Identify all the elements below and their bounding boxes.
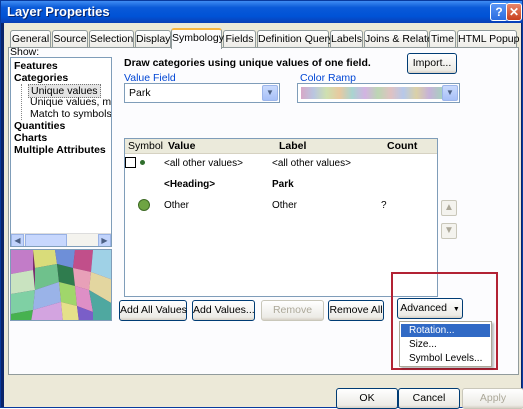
advanced-menu: Rotation... Size... Symbol Levels... <box>399 321 492 367</box>
renderer-preview-image <box>10 249 112 321</box>
title-bar[interactable]: Layer Properties ? ✕ <box>1 1 522 23</box>
tree-item-quantities[interactable]: Quantities <box>14 120 65 132</box>
tree-horizontal-scrollbar[interactable]: ◀ ▶ <box>11 233 111 246</box>
tab-joins-relates[interactable]: Joins & Relates <box>364 30 438 48</box>
scroll-left-icon[interactable]: ◀ <box>11 234 24 246</box>
tree-item-multiple-attributes[interactable]: Multiple Attributes <box>14 144 106 156</box>
row-value: <all other values> <box>164 158 243 169</box>
tree-item-match-to-symbols[interactable]: Match to symbols in a <box>30 108 111 120</box>
row-label: Park <box>272 179 294 190</box>
apply-button[interactable]: Apply <box>462 388 523 409</box>
header-value[interactable]: Value <box>168 140 195 152</box>
chevron-down-icon[interactable]: ▼ <box>262 85 278 101</box>
tree-item-charts[interactable]: Charts <box>14 132 47 144</box>
value-field-value: Park <box>129 87 151 99</box>
value-field-select[interactable]: Park ▼ <box>124 83 280 103</box>
window-title: Layer Properties <box>7 4 110 19</box>
tab-symbology[interactable]: Symbology <box>171 28 224 49</box>
tree-item-unique-values-many[interactable]: Unique values, many <box>30 96 111 108</box>
row-label: Other <box>272 200 298 211</box>
scroll-thumb[interactable] <box>25 234 67 246</box>
remove-all-button[interactable]: Remove All <box>328 300 384 321</box>
tab-source[interactable]: Source <box>52 30 88 48</box>
down-arrow-icon[interactable]: ▼ <box>441 223 457 239</box>
ok-button[interactable]: OK <box>336 388 398 409</box>
menu-item-symbol-levels[interactable]: Symbol Levels... <box>401 352 490 365</box>
table-header: Symbol Value Label Count <box>125 139 437 154</box>
fill-symbol-icon[interactable] <box>138 199 150 211</box>
menu-item-size[interactable]: Size... <box>401 338 490 351</box>
tab-display[interactable]: Display <box>135 30 171 48</box>
chevron-down-icon[interactable]: ▼ <box>442 85 458 101</box>
tree-branch-line <box>21 84 22 120</box>
tree-item-categories[interactable]: Categories <box>14 72 68 84</box>
tab-selection[interactable]: Selection <box>89 30 134 48</box>
renderer-tree[interactable]: Features Categories Unique values Unique… <box>10 57 112 247</box>
import-button[interactable]: Import... <box>407 53 457 74</box>
point-symbol-icon[interactable] <box>140 160 145 165</box>
menu-item-rotation[interactable]: Rotation... <box>401 324 490 337</box>
renderer-description: Draw categories using unique values of o… <box>124 57 371 69</box>
row-count: ? <box>381 200 387 211</box>
row-label: <all other values> <box>272 158 351 169</box>
tab-time[interactable]: Time <box>429 30 456 48</box>
dialog-body: General Source Selection Display Symbolo… <box>4 23 523 409</box>
checkbox[interactable] <box>125 157 136 168</box>
tab-strip: General Source Selection Display Symbolo… <box>8 28 520 49</box>
add-values-button[interactable]: Add Values... <box>192 300 255 321</box>
tree-item-features[interactable]: Features <box>14 60 58 72</box>
add-all-values-button[interactable]: Add All Values <box>119 300 187 321</box>
tab-fields[interactable]: Fields <box>223 30 256 48</box>
header-label[interactable]: Label <box>279 140 306 152</box>
tab-definition-query[interactable]: Definition Query <box>257 30 333 48</box>
remove-button[interactable]: Remove <box>261 300 324 321</box>
header-symbol[interactable]: Symbol <box>128 140 163 152</box>
row-value: <Heading> <box>164 179 216 190</box>
cancel-button[interactable]: Cancel <box>398 388 460 409</box>
color-ramp-swatch <box>301 87 442 99</box>
tab-labels[interactable]: Labels <box>330 30 363 48</box>
scroll-right-icon[interactable]: ▶ <box>98 234 111 246</box>
row-value: Other <box>164 200 190 211</box>
tab-html-popup[interactable]: HTML Popup <box>457 30 519 48</box>
up-arrow-icon[interactable]: ▲ <box>441 200 457 216</box>
close-button[interactable]: ✕ <box>506 3 522 21</box>
layer-properties-window: Layer Properties ? ✕ General Source Sele… <box>0 0 523 409</box>
header-count[interactable]: Count <box>387 140 417 152</box>
color-ramp-select[interactable]: ▼ <box>297 83 460 103</box>
